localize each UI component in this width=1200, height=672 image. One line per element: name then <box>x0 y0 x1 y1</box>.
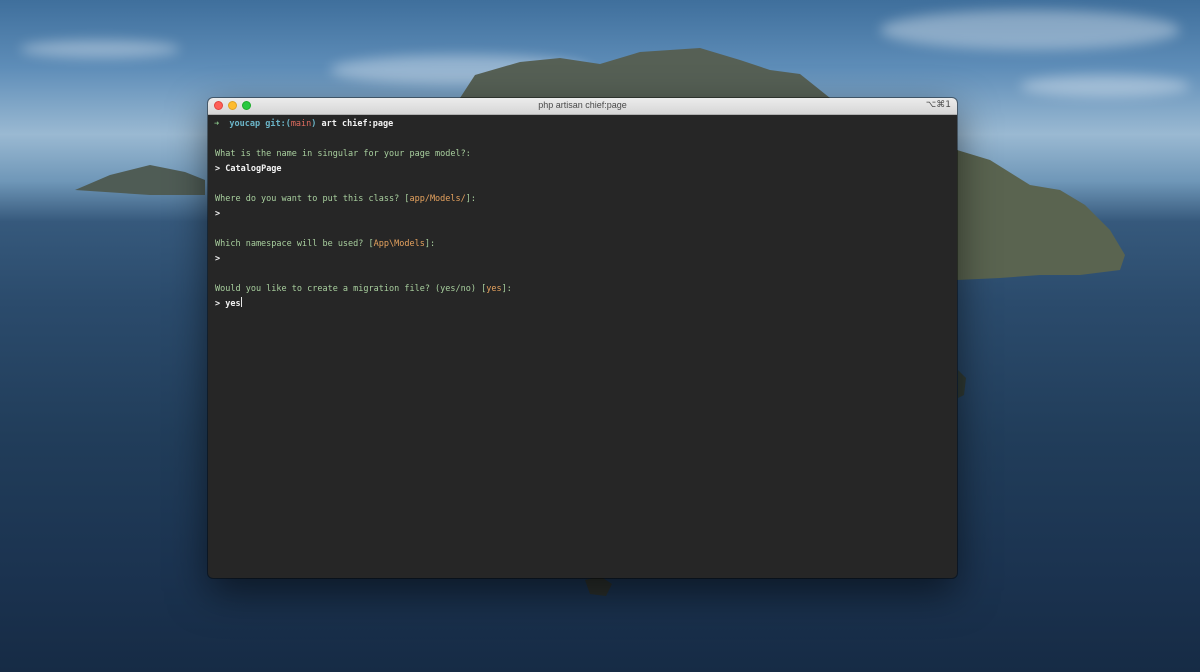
terminal-output[interactable]: ➜ youcap git:(main) art chief:page What … <box>208 115 957 314</box>
question-1: What is the name in singular for your pa… <box>214 147 951 162</box>
answer-marker: > <box>215 254 221 264</box>
question-close: ]: <box>424 239 436 249</box>
window-shortcut: ⌥⌘1 <box>925 100 951 110</box>
git-label: git:( <box>265 119 291 129</box>
current-directory: youcap <box>229 119 261 129</box>
answer-4: > yes <box>214 297 951 312</box>
terminal-window: php artisan chief:page ⌥⌘1 ➜ youcap git:… <box>208 98 957 578</box>
question-close: ]: <box>465 194 477 204</box>
command-line: ➜ youcap git:(main) art chief:page <box>214 117 951 132</box>
question-close: ]: <box>501 284 512 294</box>
question-4: Would you like to create a migration fil… <box>214 282 951 297</box>
answer-marker: > <box>215 299 221 309</box>
question-text: What is the name in singular for your pa… <box>215 149 471 159</box>
title-bar[interactable]: php artisan chief:page ⌥⌘1 <box>208 98 957 115</box>
answer-3: > <box>214 252 951 267</box>
question-2: Where do you want to put this class? [ap… <box>214 192 951 207</box>
window-title: php artisan chief:page <box>538 100 627 110</box>
question-text: Which namespace will be used? [ <box>215 239 374 249</box>
default-value: yes <box>486 284 502 294</box>
question-text: Where do you want to put this class? [ <box>215 194 410 204</box>
prompt-arrow-icon: ➜ <box>214 119 220 129</box>
git-close: ) <box>311 119 317 129</box>
answer-2: > <box>214 207 951 222</box>
command-text: art chief:page <box>321 119 394 129</box>
git-branch: main <box>290 119 312 129</box>
answer-text: CatalogPage <box>225 164 282 174</box>
answer-1: > CatalogPage <box>214 162 951 177</box>
answer-marker: > <box>215 164 221 174</box>
answer-marker: > <box>215 209 221 219</box>
answer-input[interactable]: yes <box>225 299 240 309</box>
question-3: Which namespace will be used? [App\Model… <box>214 237 951 252</box>
default-value: App\Models <box>373 239 425 249</box>
text-cursor <box>240 297 242 307</box>
default-value: app/Models/ <box>409 194 466 204</box>
question-text: Would you like to create a migration fil… <box>215 284 487 294</box>
